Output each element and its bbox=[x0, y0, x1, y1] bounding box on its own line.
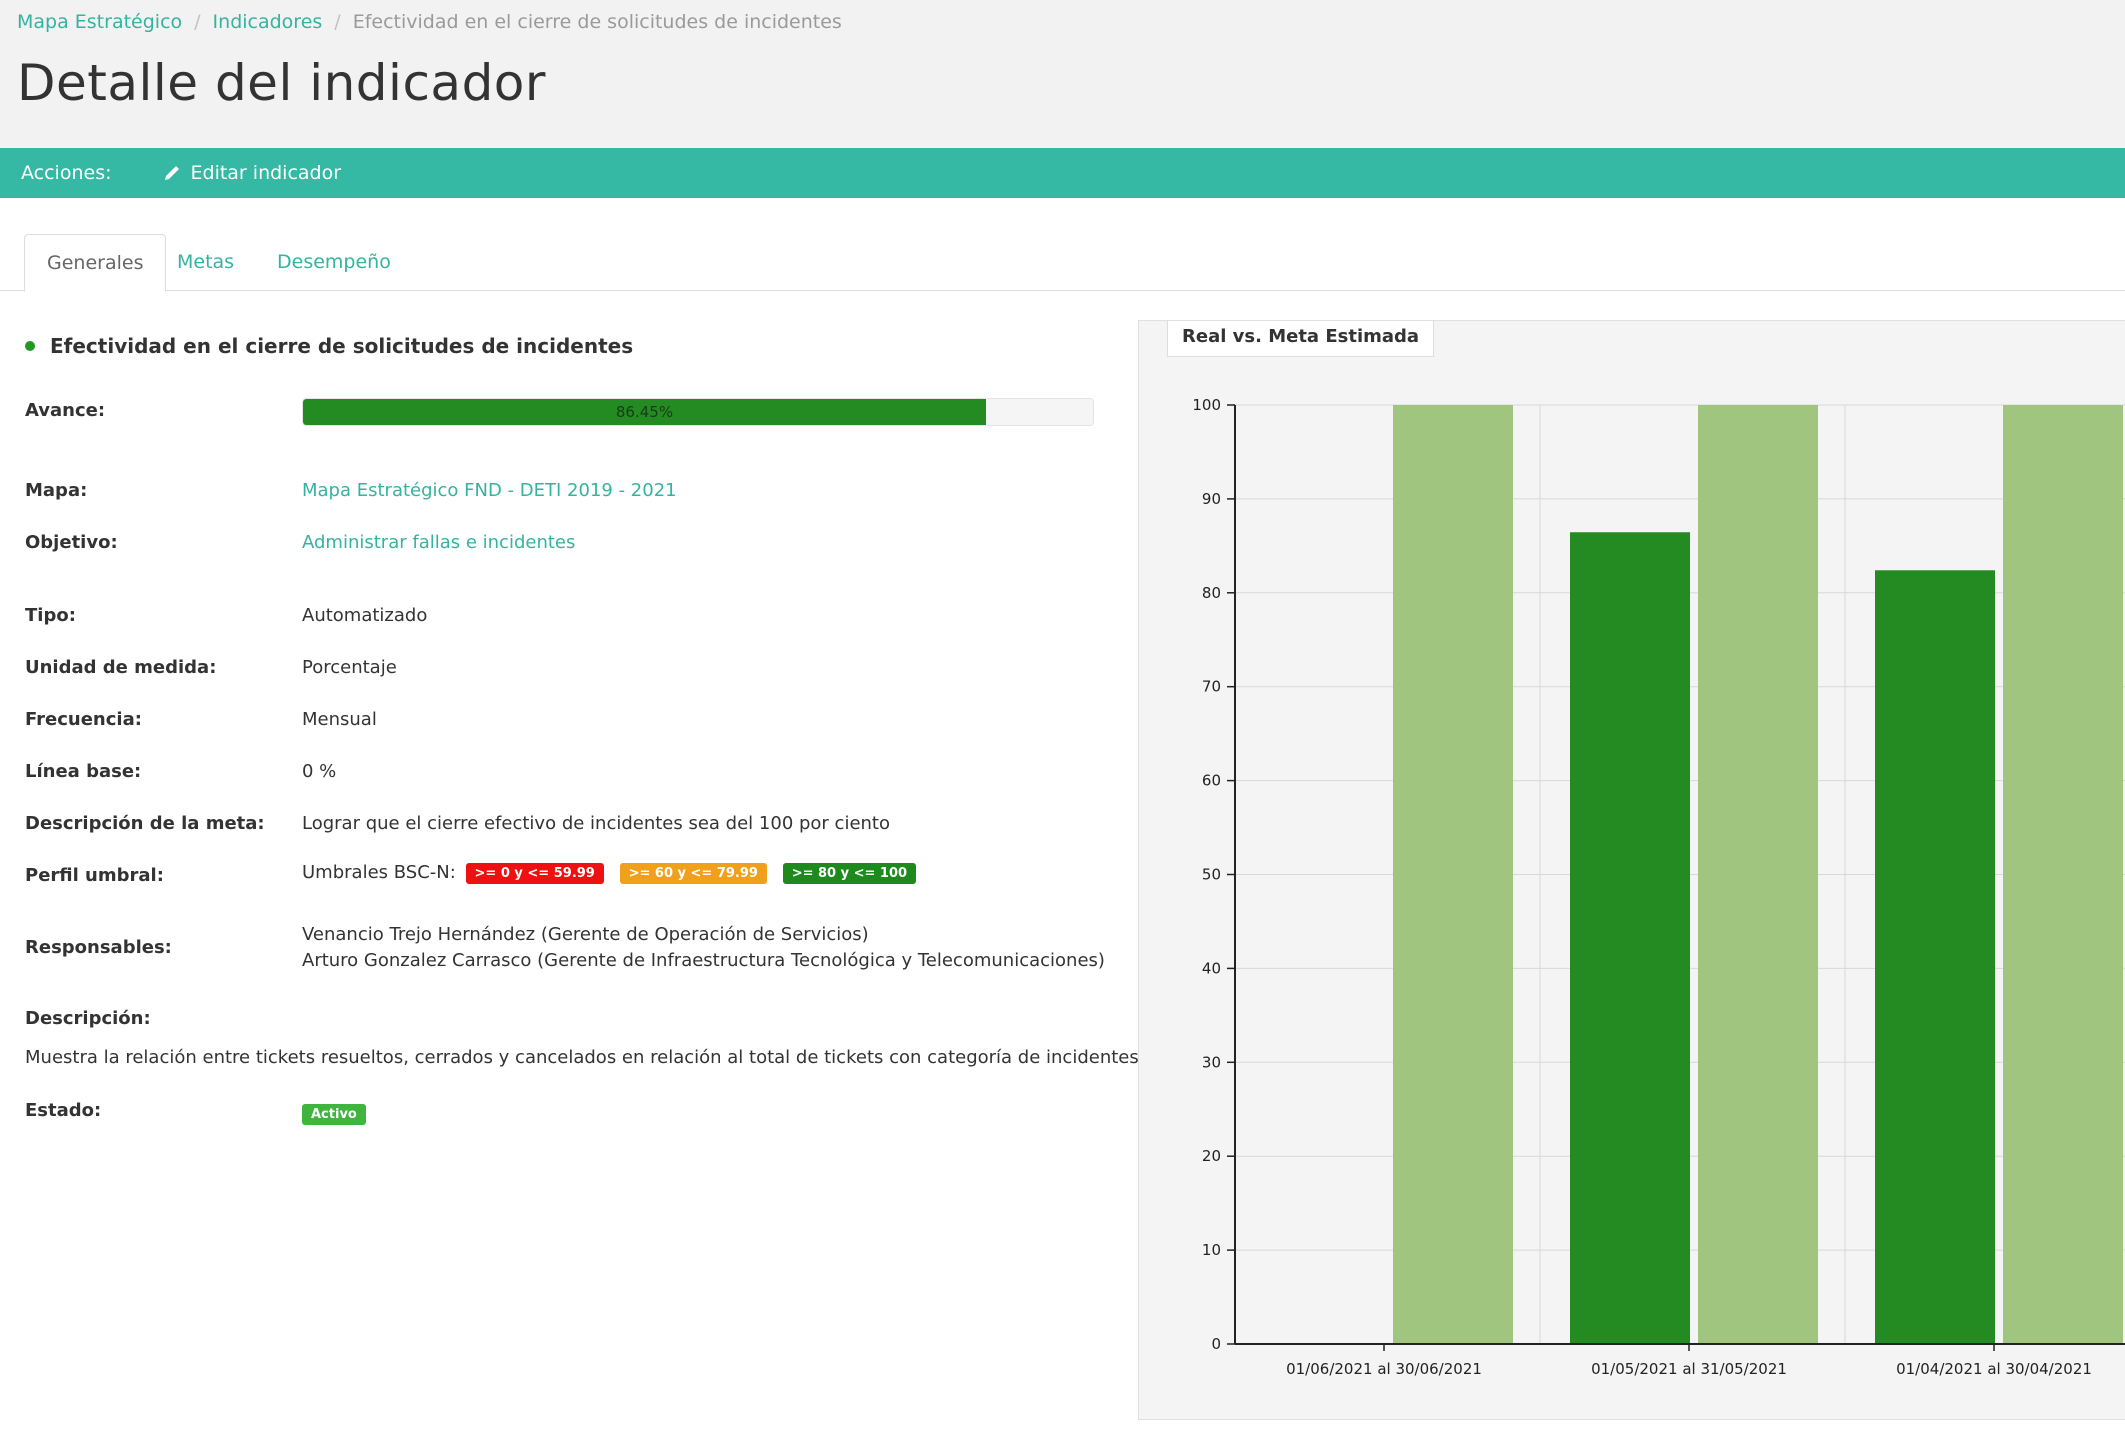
progress-text: 86.45% bbox=[615, 403, 674, 421]
edit-indicator-button[interactable]: Editar indicador bbox=[162, 162, 342, 184]
chart-panel: 0 10 20 30 40 50 60 70 80 90 100 01/06/2021 al 30/0… bbox=[1138, 320, 2125, 1420]
tabs: Generales Metas Desempeño bbox=[0, 234, 2125, 292]
y-tick-label: 100 bbox=[1192, 396, 1221, 414]
bar-chart: 0 10 20 30 40 50 60 70 80 90 100 01/06/2021 al 30/0… bbox=[1192, 396, 2125, 1378]
x-tick-label: 01/06/2021 al 30/06/2021 bbox=[1286, 1360, 1482, 1378]
status-dot-icon bbox=[25, 341, 35, 351]
y-tick-label: 10 bbox=[1202, 1241, 1221, 1259]
bar-real-1 bbox=[1570, 532, 1690, 1344]
bar-meta-0 bbox=[1393, 405, 1513, 1344]
breadcrumb-current: Efectividad en el cierre de solicitudes … bbox=[352, 11, 842, 33]
indicator-title: Efectividad en el cierre de solicitudes … bbox=[50, 334, 634, 358]
page-title: Detalle del indicador bbox=[17, 54, 546, 112]
breadcrumb-separator: / bbox=[334, 11, 341, 33]
umbral-badge-green: >= 80 y <= 100 bbox=[782, 862, 917, 884]
y-tick-label: 80 bbox=[1202, 584, 1221, 602]
chart-title: Real vs. Meta Estimada bbox=[1167, 321, 1435, 357]
mapa-label: Mapa: bbox=[25, 480, 88, 501]
descripcion-text-row: Muestra la relación entre tickets resuel… bbox=[25, 1047, 1139, 1068]
actions-bar: Acciones: Editar indicador bbox=[0, 148, 2125, 198]
x-tick-label: 01/05/2021 al 31/05/2021 bbox=[1591, 1360, 1787, 1378]
actions-label: Acciones: bbox=[21, 162, 112, 184]
pencil-icon bbox=[164, 166, 179, 180]
tab-generales[interactable]: Generales bbox=[24, 234, 167, 292]
progress-bar: 86.45% bbox=[302, 398, 1094, 426]
x-tick-label: 01/04/2021 al 30/04/2021 bbox=[1896, 1360, 2092, 1378]
frecuencia-value: Mensual bbox=[302, 709, 377, 730]
responsable-2: Arturo Gonzalez Carrasco (Gerente de Inf… bbox=[302, 950, 1105, 971]
status-badge: Activo bbox=[302, 1103, 366, 1125]
y-tick-label: 60 bbox=[1202, 772, 1221, 790]
bar-meta-1 bbox=[1698, 405, 1818, 1344]
y-tick-label: 40 bbox=[1202, 959, 1221, 977]
umbral-badge-orange: >= 60 y <= 79.99 bbox=[619, 862, 767, 884]
tipo-value: Automatizado bbox=[302, 605, 428, 626]
objetivo-label: Objetivo: bbox=[25, 532, 118, 553]
perfil-umbral-value: Umbrales BSC-N: >= 0 y <= 59.99 >= 60 y … bbox=[302, 862, 917, 884]
breadcrumb-link-indicadores[interactable]: Indicadores bbox=[213, 11, 323, 33]
page-header: Mapa Estratégico / Indicadores / Efectiv… bbox=[0, 0, 2125, 148]
mapa-link[interactable]: Mapa Estratégico FND - DETI 2019 - 2021 bbox=[302, 480, 677, 501]
y-tick-label: 0 bbox=[1211, 1335, 1221, 1353]
tab-metas[interactable]: Metas bbox=[155, 234, 256, 291]
responsable-1: Venancio Trejo Hernández (Gerente de Ope… bbox=[302, 924, 869, 945]
unidad-label: Unidad de medida: bbox=[25, 657, 217, 678]
estado-label: Estado: bbox=[25, 1100, 102, 1121]
breadcrumb: Mapa Estratégico / Indicadores / Efectiv… bbox=[17, 11, 842, 33]
y-tick-label: 90 bbox=[1202, 490, 1221, 508]
y-tick-label: 20 bbox=[1202, 1147, 1221, 1165]
progress-fill: 86.45% bbox=[303, 399, 986, 425]
linea-base-label: Línea base: bbox=[25, 761, 142, 782]
descripcion-label: Descripción: bbox=[25, 1008, 151, 1029]
indicator-title-row: Efectividad en el cierre de solicitudes … bbox=[25, 334, 633, 358]
descripcion-value: Muestra la relación entre tickets resuel… bbox=[25, 1047, 1139, 1068]
avance-label: Avance: bbox=[25, 400, 106, 421]
y-tick-label: 30 bbox=[1202, 1053, 1221, 1071]
unidad-value: Porcentaje bbox=[302, 657, 397, 678]
linea-base-value: 0 % bbox=[302, 761, 337, 782]
responsables-label: Responsables: bbox=[25, 937, 172, 958]
y-tick-label: 70 bbox=[1202, 678, 1221, 696]
bar-real-2 bbox=[1875, 570, 1995, 1344]
perfil-umbral-label: Perfil umbral: bbox=[25, 865, 164, 886]
breadcrumb-link-mapa[interactable]: Mapa Estratégico bbox=[17, 11, 182, 33]
edit-indicator-label: Editar indicador bbox=[190, 162, 342, 184]
tab-desempeno[interactable]: Desempeño bbox=[255, 234, 413, 291]
descripcion-meta-label: Descripción de la meta: bbox=[25, 813, 265, 834]
y-tick-label: 50 bbox=[1202, 866, 1221, 884]
descripcion-meta-value: Lograr que el cierre efectivo de inciden… bbox=[302, 813, 890, 834]
frecuencia-label: Frecuencia: bbox=[25, 709, 142, 730]
breadcrumb-separator: / bbox=[194, 11, 201, 33]
objetivo-link[interactable]: Administrar fallas e incidentes bbox=[302, 532, 575, 553]
umbrales-prefix: Umbrales BSC-N: bbox=[302, 862, 456, 883]
estado-value: Activo bbox=[302, 1103, 366, 1125]
bar-meta-2 bbox=[2003, 405, 2123, 1344]
tipo-label: Tipo: bbox=[25, 605, 76, 626]
umbral-badge-red: >= 0 y <= 59.99 bbox=[465, 862, 604, 884]
